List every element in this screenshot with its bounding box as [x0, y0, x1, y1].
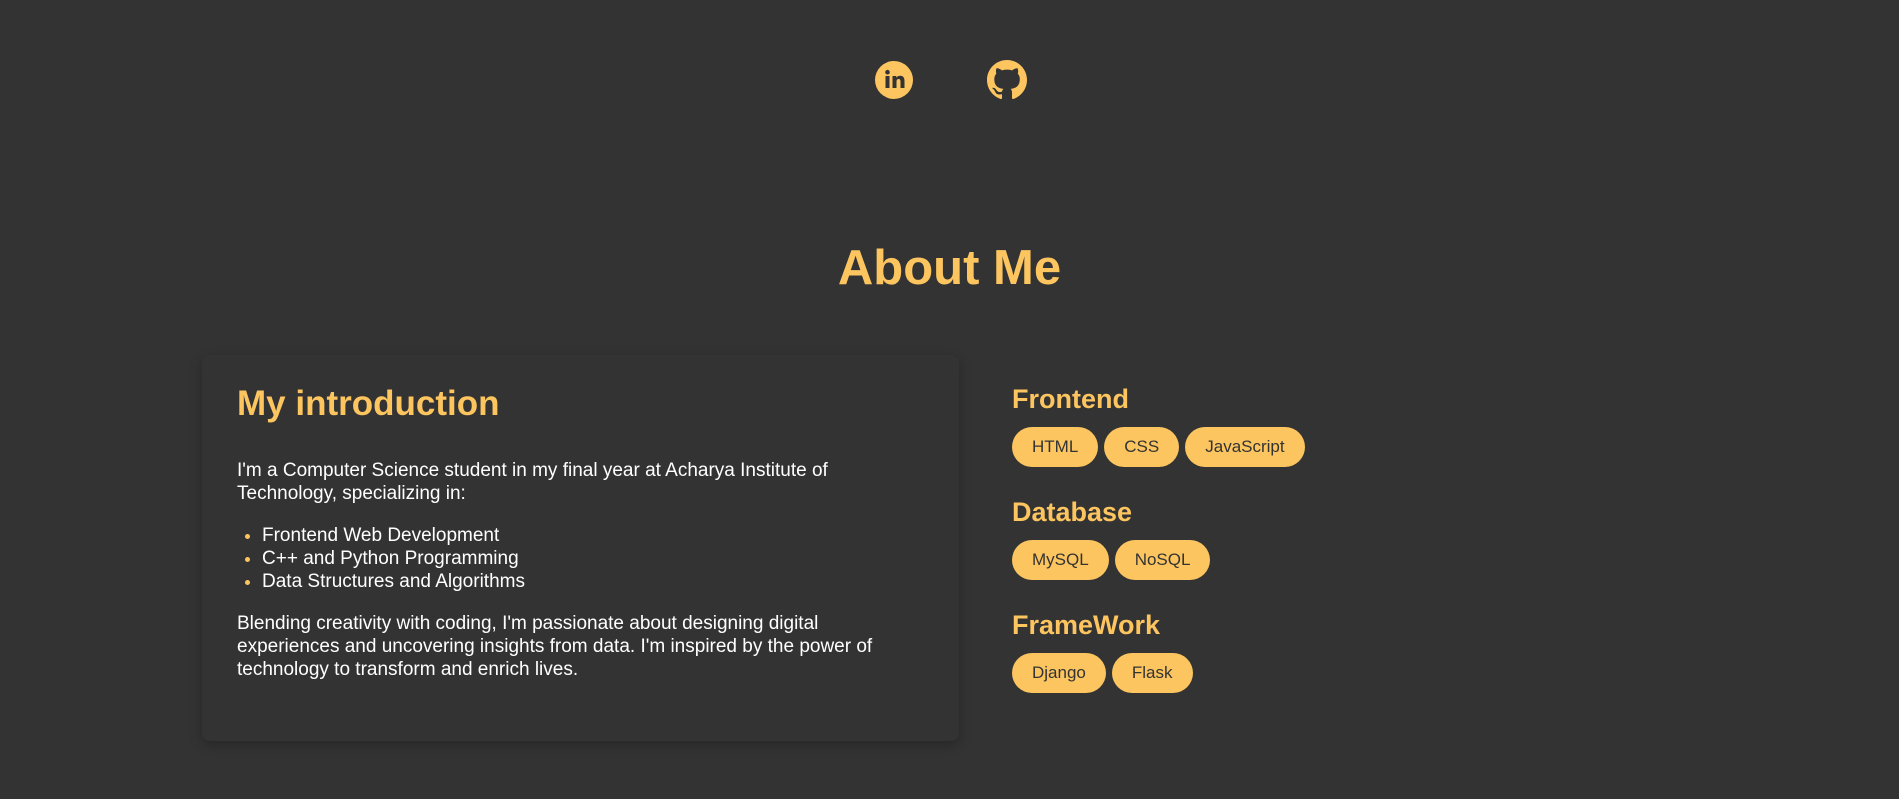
- list-item: C++ and Python Programming: [262, 547, 924, 570]
- about-title: About Me: [837, 241, 1062, 295]
- skill-chip-flask[interactable]: Flask: [1111, 653, 1193, 693]
- list-item: Data Structures and Algorithms: [262, 570, 924, 593]
- skill-chip-css[interactable]: CSS: [1104, 427, 1180, 467]
- skill-heading: Database: [1012, 497, 1133, 527]
- skill-chip-javascript[interactable]: JavaScript: [1185, 427, 1305, 467]
- list-item: Frontend Web Development: [262, 524, 924, 547]
- skill-heading: Frontend: [1012, 384, 1129, 414]
- skill-group-database: Database MySQL NoSQL: [1012, 494, 1412, 580]
- intro-title: My introduction: [237, 384, 500, 423]
- skill-heading: FrameWork: [1012, 610, 1161, 640]
- page: About Me My introduction I'm a Computer …: [0, 0, 1899, 799]
- intro-card: My introduction I'm a Computer Science s…: [202, 355, 959, 741]
- skill-group-framework: FrameWork Django Flask: [1012, 607, 1412, 693]
- intro-paragraph: I'm a Computer Science student in my fin…: [237, 460, 828, 504]
- skill-chip-django[interactable]: Django: [1012, 653, 1106, 693]
- skill-chip-nosql[interactable]: NoSQL: [1114, 540, 1211, 580]
- linkedin-link[interactable]: [874, 60, 914, 100]
- skill-chip-html[interactable]: HTML: [1012, 427, 1099, 467]
- skill-chips: HTML CSS JavaScript: [1012, 427, 1412, 467]
- github-icon: [987, 60, 1027, 100]
- skill-chips: Django Flask: [1012, 653, 1412, 693]
- github-link[interactable]: [987, 60, 1027, 100]
- specialization-list: Frontend Web Development C++ and Python …: [237, 524, 924, 593]
- skill-chip-mysql[interactable]: MySQL: [1012, 540, 1109, 580]
- skill-chips: MySQL NoSQL: [1012, 540, 1412, 580]
- intro-paragraph-2: Blending creativity with coding, I'm pas…: [237, 613, 873, 680]
- skills-section: Frontend HTML CSS JavaScript Database My…: [1012, 381, 1412, 720]
- social-links: [874, 60, 1027, 100]
- skill-group-frontend: Frontend HTML CSS JavaScript: [1012, 381, 1412, 467]
- linkedin-icon: [875, 61, 913, 99]
